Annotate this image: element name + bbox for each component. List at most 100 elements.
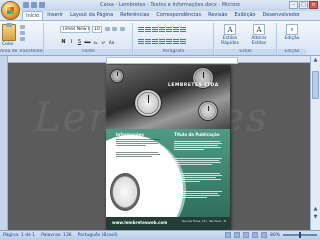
underline-button[interactable]: S: [76, 39, 83, 46]
superscript-button[interactable]: x²: [100, 39, 107, 46]
draft-icon[interactable]: [260, 232, 267, 238]
decrease-indent-icon[interactable]: [159, 27, 165, 33]
change-styles-button[interactable]: A Alterar Estilos: [245, 24, 273, 46]
clock-image: [198, 101, 218, 121]
strikethrough-button[interactable]: abc: [84, 39, 91, 46]
status-bar: Página: 1 de 1 Palavras: 136 Português (…: [0, 230, 320, 240]
font-name-select[interactable]: Times New Ro: [60, 26, 90, 33]
quick-styles-button[interactable]: A Estilos Rápidos: [217, 24, 243, 46]
styles-group: A Estilos Rápidos A Alterar Estilos Esti…: [215, 23, 277, 55]
format-painter-icon[interactable]: [20, 37, 25, 41]
outline-icon[interactable]: [251, 232, 258, 238]
show-marks-icon[interactable]: [180, 27, 186, 33]
right-column-text: [174, 141, 222, 150]
increase-indent-icon[interactable]: [166, 27, 172, 33]
shrink-font-icon[interactable]: [112, 27, 117, 31]
view-controls: 80%: [224, 232, 317, 238]
grow-font-icon[interactable]: [105, 27, 110, 31]
right-column-text: [174, 191, 222, 198]
change-case-button[interactable]: Aa: [108, 39, 115, 46]
website-url: www.lembretesweb.com: [112, 220, 168, 225]
web-layout-icon[interactable]: [242, 232, 249, 238]
clock-image: [134, 89, 162, 117]
clock-image: [110, 69, 124, 83]
tab-referencias[interactable]: Referências: [117, 11, 152, 20]
borders-icon[interactable]: [180, 39, 186, 45]
tab-revisao[interactable]: Revisão: [205, 11, 230, 20]
bold-button[interactable]: N: [60, 39, 67, 46]
tab-exibicao[interactable]: Exibição: [232, 11, 259, 20]
tab-inicio[interactable]: Início: [22, 11, 44, 20]
bullets-icon[interactable]: [138, 27, 144, 33]
copy-icon[interactable]: [20, 31, 25, 35]
zoom-slider[interactable]: [283, 232, 317, 238]
align-buttons: [138, 39, 186, 45]
language-indicator[interactable]: Português (Brasil): [78, 233, 118, 238]
footer-address: Rua das Flores, 123 - São Paulo - SP - B…: [182, 220, 226, 223]
italic-button[interactable]: I: [68, 39, 75, 46]
window-title: Caixa - Lembretes - Textos e Informações…: [100, 2, 240, 8]
clear-format-icon[interactable]: [120, 27, 125, 31]
cut-icon[interactable]: [20, 25, 25, 29]
document-page[interactable]: LEMBRETES LTDA Informações Título da Pub…: [106, 65, 230, 230]
clocks-photo: LEMBRETES LTDA: [106, 65, 230, 129]
paragraph-group-label: Parágrafo: [134, 49, 213, 55]
print-layout-icon[interactable]: [224, 232, 231, 238]
change-styles-label: Alterar Estilos: [251, 36, 267, 46]
align-right-icon[interactable]: [152, 39, 158, 45]
save-icon[interactable]: [23, 2, 29, 8]
scroll-up-icon[interactable]: ▲: [312, 57, 319, 64]
align-left-icon[interactable]: [138, 39, 144, 45]
full-screen-icon[interactable]: [233, 232, 240, 238]
editing-group-label: Edição: [278, 49, 306, 55]
paste-label: Colar: [2, 42, 14, 47]
multilevel-list-icon[interactable]: [152, 27, 158, 33]
tab-desenvolvedor[interactable]: Desenvolvedor: [259, 11, 303, 20]
hero-title: LEMBRETES LTDA: [168, 83, 219, 88]
next-page-icon[interactable]: ▼: [312, 214, 319, 221]
format-buttons: N I S abc x₂ x² Aa: [60, 39, 115, 46]
quick-styles-icon: A: [224, 24, 236, 35]
maximize-button[interactable]: □: [299, 1, 308, 9]
tab-correspondencias[interactable]: Correspondências: [153, 11, 204, 20]
list-buttons: [138, 27, 186, 33]
prev-page-icon[interactable]: ▲: [312, 206, 319, 213]
word-count[interactable]: Palavras: 136: [41, 233, 71, 238]
left-column-text: [116, 139, 160, 146]
quick-access-toolbar: [23, 2, 45, 8]
tab-layout[interactable]: Layout da Página: [67, 11, 116, 20]
font-group: Times New Ro 10 N I S abc x₂ x² Aa Fonte: [45, 23, 133, 55]
right-column-title: Título da Publicação: [174, 132, 220, 137]
ribbon-tabs: Início Inserir Layout da Página Referênc…: [22, 11, 303, 20]
numbering-icon[interactable]: [145, 27, 151, 33]
undo-icon[interactable]: [31, 2, 37, 8]
font-size-select[interactable]: 10: [92, 26, 102, 33]
horizontal-ruler[interactable]: [8, 56, 310, 64]
scroll-thumb[interactable]: [312, 71, 319, 99]
close-button[interactable]: ×: [309, 1, 318, 9]
minimize-button[interactable]: –: [289, 1, 298, 9]
sort-icon[interactable]: [173, 27, 179, 33]
subscript-button[interactable]: x₂: [92, 39, 99, 46]
justify-icon[interactable]: [159, 39, 165, 45]
office-button[interactable]: [1, 1, 20, 20]
zoom-level[interactable]: 80%: [270, 233, 280, 238]
change-styles-icon: A: [253, 24, 265, 35]
window-controls: – □ ×: [289, 1, 318, 9]
line-spacing-icon[interactable]: [166, 39, 172, 45]
page-count[interactable]: Página: 1 de 1: [3, 233, 35, 238]
vertical-scrollbar[interactable]: ▲ ▲ ▼: [310, 56, 320, 230]
tab-inserir[interactable]: Inserir: [44, 11, 66, 20]
redo-icon[interactable]: [39, 2, 45, 8]
ribbon: Colar Área de Transferência Times New Ro…: [0, 20, 320, 56]
pocket-watch-image: [110, 173, 140, 211]
clipboard-group-label: Área de Transferência: [0, 49, 43, 55]
shading-icon[interactable]: [173, 39, 179, 45]
clipboard-group: Colar Área de Transferência: [0, 23, 44, 55]
editing-button[interactable]: ⌕ Edição: [282, 24, 302, 44]
paste-icon[interactable]: [2, 23, 16, 41]
align-center-icon[interactable]: [145, 39, 151, 45]
editing-label: Edição: [284, 36, 300, 41]
font-group-label: Fonte: [45, 49, 132, 55]
left-column-title: Informações: [116, 132, 144, 137]
